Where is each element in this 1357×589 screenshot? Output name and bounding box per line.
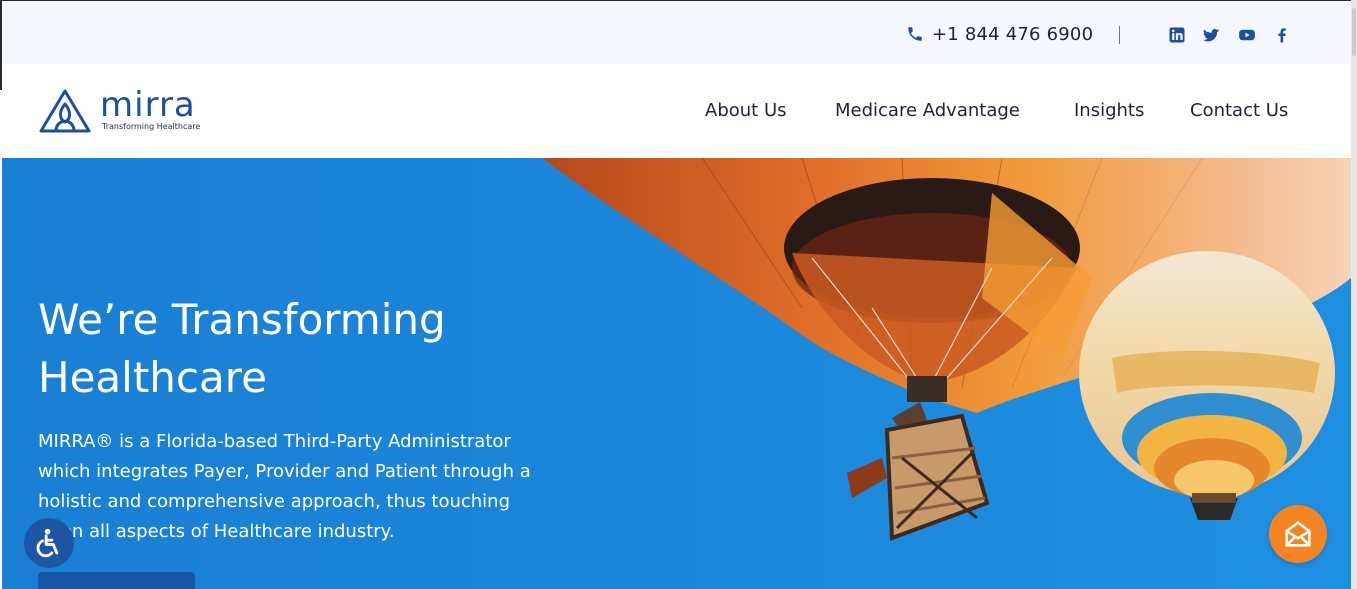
logo-wordmark: mirra bbox=[100, 85, 196, 125]
mail-contact-icon bbox=[1285, 521, 1311, 547]
linkedin-icon[interactable] bbox=[1168, 26, 1186, 44]
phone-number[interactable]: +1 844 476 6900 bbox=[932, 24, 1093, 45]
phone-icon bbox=[908, 27, 922, 41]
mirra-logo[interactable]: mirra Transforming Healthcare bbox=[38, 85, 201, 134]
top-contact-bar: +1 844 476 6900 bbox=[2, 0, 1351, 64]
nav-about-us[interactable]: About Us bbox=[705, 100, 787, 121]
contact-mail-button[interactable] bbox=[1269, 505, 1327, 563]
phone-contact[interactable]: +1 844 476 6900 bbox=[906, 22, 1093, 46]
nav-contact-us[interactable]: Contact Us bbox=[1190, 100, 1288, 121]
scrollbar-thumb[interactable] bbox=[1352, 8, 1356, 56]
vertical-scrollbar[interactable] bbox=[1351, 0, 1357, 589]
nav-insights[interactable]: Insights bbox=[1074, 100, 1144, 121]
facebook-icon[interactable] bbox=[1273, 26, 1291, 44]
nav-medicare-advantage[interactable]: Medicare Advantage bbox=[835, 100, 1020, 121]
mirra-triangle-logo-icon bbox=[39, 89, 91, 133]
accessibility-button[interactable] bbox=[24, 518, 74, 568]
hero-description: MIRRA® is a Florida-based Third-Party Ad… bbox=[38, 431, 531, 542]
twitter-icon[interactable] bbox=[1203, 26, 1221, 44]
accessibility-icon bbox=[36, 528, 59, 558]
site-header: mirra Transforming Healthcare About Us M… bbox=[2, 64, 1351, 158]
hero-cta-button[interactable] bbox=[38, 572, 195, 589]
youtube-icon[interactable] bbox=[1238, 26, 1256, 44]
hero-title: We’re Transforming Healthcare bbox=[38, 295, 446, 402]
topbar-divider bbox=[1119, 26, 1120, 44]
logo-tagline: Transforming Healthcare bbox=[102, 122, 201, 131]
hero-banner: We’re Transforming Healthcare MIRRA® is … bbox=[2, 158, 1351, 589]
